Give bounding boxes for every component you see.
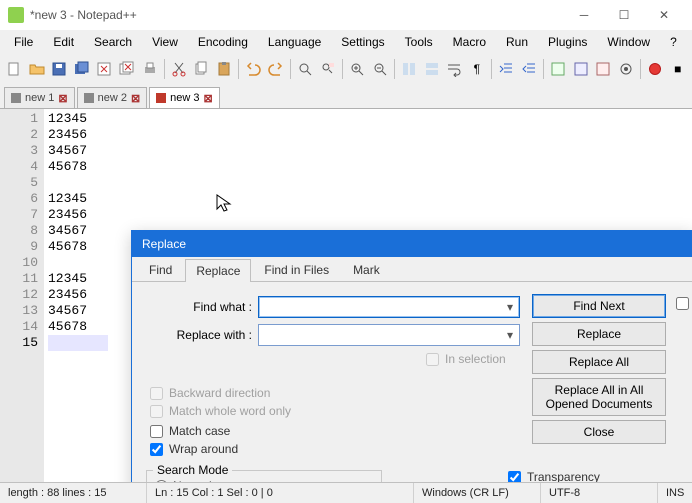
find-what-label: Find what : (142, 300, 258, 314)
replace-icon[interactable] (318, 57, 339, 81)
doc-map-icon[interactable] (593, 57, 614, 81)
tab-find-in-files[interactable]: Find in Files (253, 258, 340, 281)
status-mode: INS (658, 483, 692, 503)
dialog-title: Replace (132, 231, 692, 257)
monitor-icon[interactable] (616, 57, 637, 81)
menu-tools[interactable]: Tools (395, 32, 443, 52)
dialog-tabbar: Find Replace Find in Files Mark (132, 257, 692, 282)
doc-tab-1-label: new 1 (25, 92, 54, 104)
outdent-icon[interactable] (519, 57, 540, 81)
print-icon[interactable] (139, 57, 160, 81)
menu-help[interactable]: ? (660, 32, 687, 52)
close-dialog-button[interactable]: Close (532, 420, 666, 444)
menu-run[interactable]: Run (496, 32, 538, 52)
undo-icon[interactable] (243, 57, 264, 81)
doc-tab-2-label: new 2 (98, 92, 127, 104)
menu-encoding[interactable]: Encoding (188, 32, 258, 52)
save-all-icon[interactable] (72, 57, 93, 81)
menu-settings[interactable]: Settings (331, 32, 394, 52)
close-tab-icon[interactable]: ⊠ (131, 92, 140, 105)
maximize-button[interactable]: ☐ (604, 0, 644, 30)
replace-dialog: Replace Find Replace Find in Files Mark … (131, 230, 692, 482)
close-all-icon[interactable] (117, 57, 138, 81)
indent-icon[interactable] (496, 57, 517, 81)
status-encoding: UTF-8 (541, 483, 658, 503)
menu-file[interactable]: File (4, 32, 43, 52)
find-what-input[interactable]: ▾ (258, 296, 520, 318)
close-button[interactable]: ✕ (644, 0, 684, 30)
find-icon[interactable] (295, 57, 316, 81)
menubar: File Edit Search View Encoding Language … (0, 30, 692, 54)
tab-replace[interactable]: Replace (185, 259, 251, 282)
open-file-icon[interactable] (27, 57, 48, 81)
wrap-icon[interactable] (444, 57, 465, 81)
stop-macro-icon[interactable]: ■ (668, 57, 689, 81)
replace-with-input[interactable]: ▾ (258, 324, 520, 346)
doc-tab-1[interactable]: new 1 ⊠ (4, 87, 75, 108)
menu-plugins[interactable]: Plugins (538, 32, 597, 52)
tab-mark[interactable]: Mark (342, 258, 391, 281)
whole-word-check: Match whole word only (150, 404, 291, 418)
toolbar: ¶ ■ (0, 54, 692, 84)
record-macro-icon[interactable] (645, 57, 666, 81)
status-position: Ln : 15 Col : 1 Sel : 0 | 0 (147, 483, 414, 503)
replace-all-button[interactable]: Replace All (532, 350, 666, 374)
match-case-check[interactable]: Match case (150, 424, 230, 438)
zoom-out-icon[interactable] (370, 57, 391, 81)
copy-icon[interactable] (191, 57, 212, 81)
replace-with-label: Replace with : (142, 328, 258, 342)
wrap-around-check[interactable]: Wrap around (150, 442, 238, 456)
status-bar: length : 88 lines : 15 Ln : 15 Col : 1 S… (0, 482, 692, 503)
paste-icon[interactable] (214, 57, 235, 81)
sync-h-icon[interactable] (422, 57, 443, 81)
new-file-icon[interactable] (4, 57, 25, 81)
find-next-direction-check[interactable] (676, 297, 689, 310)
doc-tab-3[interactable]: new 3 ⊠ (149, 87, 220, 108)
replace-all-opened-button[interactable]: Replace All in All Opened Documents (532, 378, 666, 416)
search-mode-group: Search Mode Normal Extended (\n, \r, \t,… (146, 470, 382, 482)
tab-find[interactable]: Find (138, 258, 183, 281)
sync-v-icon[interactable] (399, 57, 420, 81)
in-selection-check: In selection (426, 352, 506, 366)
search-mode-normal[interactable]: Normal (155, 479, 212, 482)
line-number-gutter: 123456789101112131415 (0, 109, 44, 482)
cut-icon[interactable] (169, 57, 190, 81)
folder-view-icon[interactable] (570, 57, 591, 81)
menu-macro[interactable]: Macro (443, 32, 496, 52)
document-tabbar: new 1 ⊠ new 2 ⊠ new 3 ⊠ (0, 84, 692, 108)
menu-search[interactable]: Search (84, 32, 142, 52)
close-tab-icon[interactable]: ⊠ (204, 92, 213, 105)
zoom-in-icon[interactable] (347, 57, 368, 81)
app-title: *new 3 - Notepad++ (30, 8, 564, 22)
save-icon[interactable] (49, 57, 70, 81)
find-next-button[interactable]: Find Next (532, 294, 666, 318)
status-length: length : 88 lines : 15 (0, 483, 147, 503)
status-eol: Windows (CR LF) (414, 483, 541, 503)
menu-view[interactable]: View (142, 32, 188, 52)
app-titlebar: *new 3 - Notepad++ ─ ☐ ✕ (0, 0, 692, 30)
transparency-check[interactable]: Transparency (508, 470, 600, 482)
doc-tab-2[interactable]: new 2 ⊠ (77, 87, 148, 108)
func-list-icon[interactable] (548, 57, 569, 81)
minimize-button[interactable]: ─ (564, 0, 604, 30)
app-icon (8, 7, 24, 23)
menu-language[interactable]: Language (258, 32, 331, 52)
replace-button[interactable]: Replace (532, 322, 666, 346)
close-file-icon[interactable] (94, 57, 115, 81)
backward-check: Backward direction (150, 386, 270, 400)
doc-tab-3-label: new 3 (170, 92, 199, 104)
menu-edit[interactable]: Edit (43, 32, 84, 52)
search-mode-title: Search Mode (153, 463, 232, 477)
menu-window[interactable]: Window (597, 32, 660, 52)
close-tab-icon[interactable]: ⊠ (58, 92, 67, 105)
all-chars-icon[interactable]: ¶ (467, 57, 488, 81)
chevron-down-icon[interactable]: ▾ (503, 327, 517, 343)
redo-icon[interactable] (266, 57, 287, 81)
chevron-down-icon[interactable]: ▾ (503, 299, 517, 315)
